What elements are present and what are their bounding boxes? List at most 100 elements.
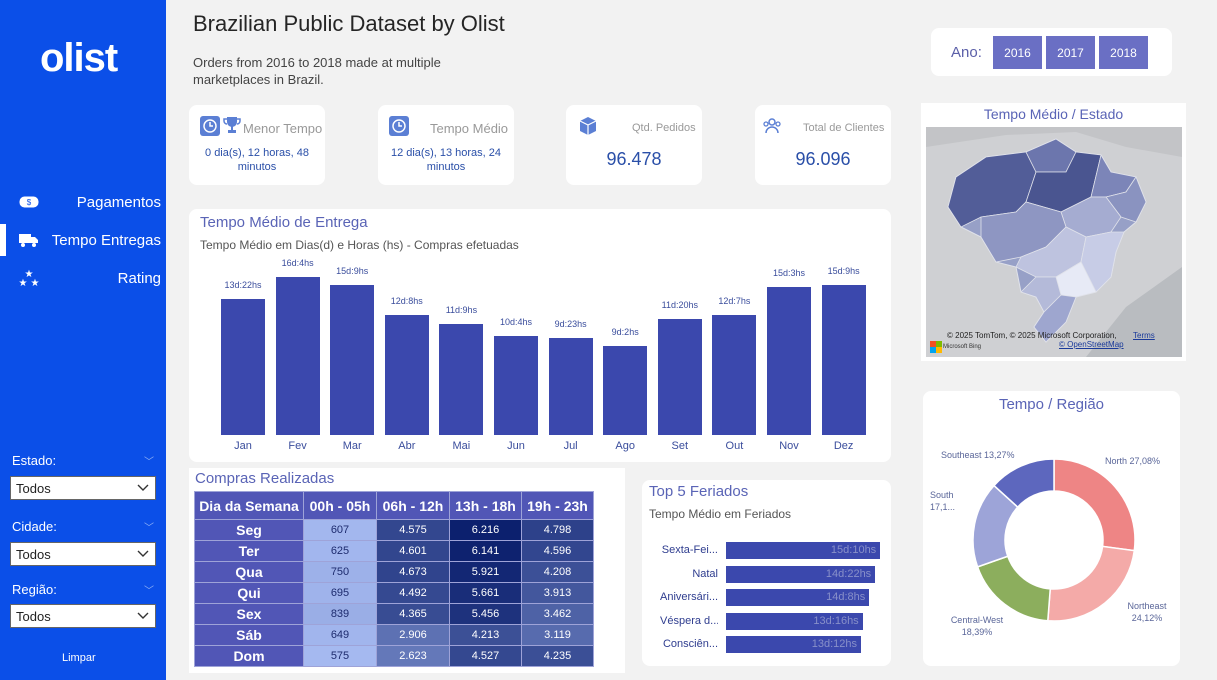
purchases-heat-table: Dia da Semana 00h - 05h 06h - 12h 13h - … (194, 491, 594, 667)
holiday-row[interactable]: Véspera d... 13d:16hs (660, 612, 880, 631)
x-tick-label: Out (725, 440, 744, 452)
holiday-row[interactable]: Aniversári... 14d:8hs (660, 589, 880, 607)
estado-select[interactable]: Todos (10, 476, 156, 500)
heat-cell: 750 (303, 561, 377, 583)
heat-cell: 5.921 (449, 561, 522, 583)
column-header[interactable]: Dia da Semana (194, 491, 304, 520)
bar-fev[interactable] (275, 277, 320, 435)
heat-cell: 4.365 (376, 603, 450, 625)
heat-cell: 4.575 (376, 519, 450, 541)
bar-jul[interactable] (548, 337, 593, 435)
chevron-down-icon (137, 550, 149, 557)
day-cell: Qua (194, 561, 304, 583)
table-row[interactable]: Qua 750 4.673 5.921 4.208 (194, 561, 594, 583)
trophy-icon (223, 117, 241, 133)
bar-set[interactable] (657, 319, 702, 435)
truck-icon (18, 231, 40, 249)
map-attribution: © 2025 TomTom, © 2025 Microsoft Corporat… (947, 331, 1117, 340)
nav-item-rating[interactable]: ★ ★ ★ Rating (0, 262, 166, 294)
heat-cell: 4.601 (376, 540, 450, 562)
cidade-select[interactable]: Todos (10, 542, 156, 566)
purchases-title: Compras Realizadas (195, 470, 335, 487)
slice-label-name: Northeast (1127, 601, 1167, 611)
slice-label-name: Central-West (950, 615, 1004, 625)
holiday-row[interactable]: Consciên... 13d:12hs (660, 636, 880, 654)
holiday-label: Natal (692, 567, 718, 580)
column-header[interactable]: 00h - 05h (303, 491, 377, 520)
kpi-card-tempo-medio: Tempo Médio 12 dia(s), 13 horas, 24 minu… (378, 105, 514, 185)
slice-label-southeast: Southeast 13,27% (941, 450, 1015, 460)
heat-cell: 4.213 (449, 624, 522, 646)
bar-abr[interactable] (384, 314, 429, 435)
table-row[interactable]: Dom 575 2.623 4.527 4.235 (194, 645, 594, 667)
year-button-2018[interactable]: 2018 (1098, 35, 1149, 70)
slice-label-northeast: Northeast 24,12% (1124, 600, 1170, 624)
heat-cell: 2.623 (376, 645, 450, 667)
bar-mar[interactable] (330, 284, 375, 435)
heat-cell: 3.462 (521, 603, 594, 625)
holiday-row[interactable]: Sexta-Fei... 15d:10hs (660, 542, 881, 560)
slice-northeast[interactable] (1046, 545, 1136, 622)
x-tick-label: Jan (234, 440, 252, 452)
bar-data-label: 11d:20hs (661, 300, 698, 311)
day-cell: Qui (194, 582, 304, 604)
clear-filters-button[interactable]: Limpar (62, 652, 96, 664)
chevron-down-icon[interactable]: ﹀ (144, 519, 154, 534)
holiday-value: 13d:12hs (811, 638, 857, 650)
year-button-2017[interactable]: 2017 (1045, 35, 1096, 70)
table-row[interactable]: Seg 607 4.575 6.216 4.798 (194, 519, 594, 541)
holiday-value: 15d:10hs (830, 544, 877, 556)
kpi-card-pedidos: Qtd. Pedidos 96.478 (566, 105, 702, 185)
table-row[interactable]: Qui 695 4.492 5.661 3.913 (194, 582, 594, 604)
year-button-2016[interactable]: 2016 (992, 35, 1043, 70)
bar-data-label: 12d:7hs (718, 295, 751, 306)
chevron-down-icon[interactable]: ﹀ (144, 453, 154, 468)
column-header[interactable]: 13h - 18h (449, 491, 522, 520)
kpi-value: 12 dia(s), 13 horas, 24 minutos (390, 147, 502, 173)
bar-ago[interactable] (603, 346, 648, 435)
bar-nov[interactable] (767, 287, 811, 435)
kpi-title: Qtd. Pedidos (632, 122, 696, 134)
nav-item-pagamentos[interactable]: $ Pagamentos (0, 186, 166, 218)
heat-cell: 5.456 (449, 603, 522, 625)
regiao-select[interactable]: Todos (10, 604, 156, 628)
select-value: Todos (16, 608, 51, 624)
map-brand: Microsoft Bing (943, 344, 982, 350)
x-tick-label: Abr (398, 440, 416, 452)
table-row[interactable]: Sáb 649 2.906 4.213 3.119 (194, 624, 594, 646)
bar-jun[interactable] (494, 335, 538, 435)
kpi-value: 0 dia(s), 12 horas, 48 minutos (205, 147, 309, 173)
holiday-value: 13d:16hs (813, 614, 859, 627)
bar-data-label: 15d:9hs (827, 265, 860, 276)
table-row[interactable]: Sex 839 4.365 5.456 3.462 (194, 603, 594, 625)
brazil-map[interactable] (926, 127, 1182, 357)
map-terms-link[interactable]: Terms (1133, 331, 1155, 340)
table-row[interactable]: Ter 625 4.601 6.141 4.596 (194, 540, 594, 562)
select-value: Todos (16, 546, 51, 562)
column-header[interactable]: 19h - 23h (521, 491, 594, 520)
bar-dez[interactable] (821, 284, 866, 435)
kpi-title: Menor Tempo (243, 121, 323, 136)
x-tick-label: Mai (452, 440, 471, 452)
column-header[interactable]: 06h - 12h (376, 491, 450, 520)
x-tick-label: Dez (833, 440, 854, 452)
slice-north[interactable] (1053, 458, 1136, 552)
svg-text:★: ★ (19, 278, 28, 287)
delivery-chart-panel: Tempo Médio de Entrega Tempo Médio em Di… (189, 209, 891, 462)
bar-jan[interactable] (221, 299, 265, 435)
day-cell: Sáb (194, 624, 304, 646)
nav-label: Rating (117, 269, 161, 287)
map-osm-link[interactable]: © OpenStreetMap (1059, 340, 1124, 349)
heat-cell: 649 (303, 624, 377, 646)
heat-cell: 4.235 (521, 645, 594, 667)
bar-data-label: 9d:2hs (611, 327, 639, 338)
holidays-title: Top 5 Feriados (649, 483, 749, 500)
bar-out[interactable] (712, 314, 757, 435)
day-cell: Ter (194, 540, 304, 562)
nav-item-tempo-entregas[interactable]: Tempo Entregas (0, 224, 166, 256)
bar-mai[interactable] (439, 323, 484, 435)
slice-central-west[interactable] (976, 555, 1052, 622)
holiday-row[interactable]: Natal 14d:22hs (660, 565, 880, 584)
holiday-bar: 15d:10hs (726, 542, 881, 559)
chevron-down-icon[interactable]: ﹀ (144, 582, 154, 597)
